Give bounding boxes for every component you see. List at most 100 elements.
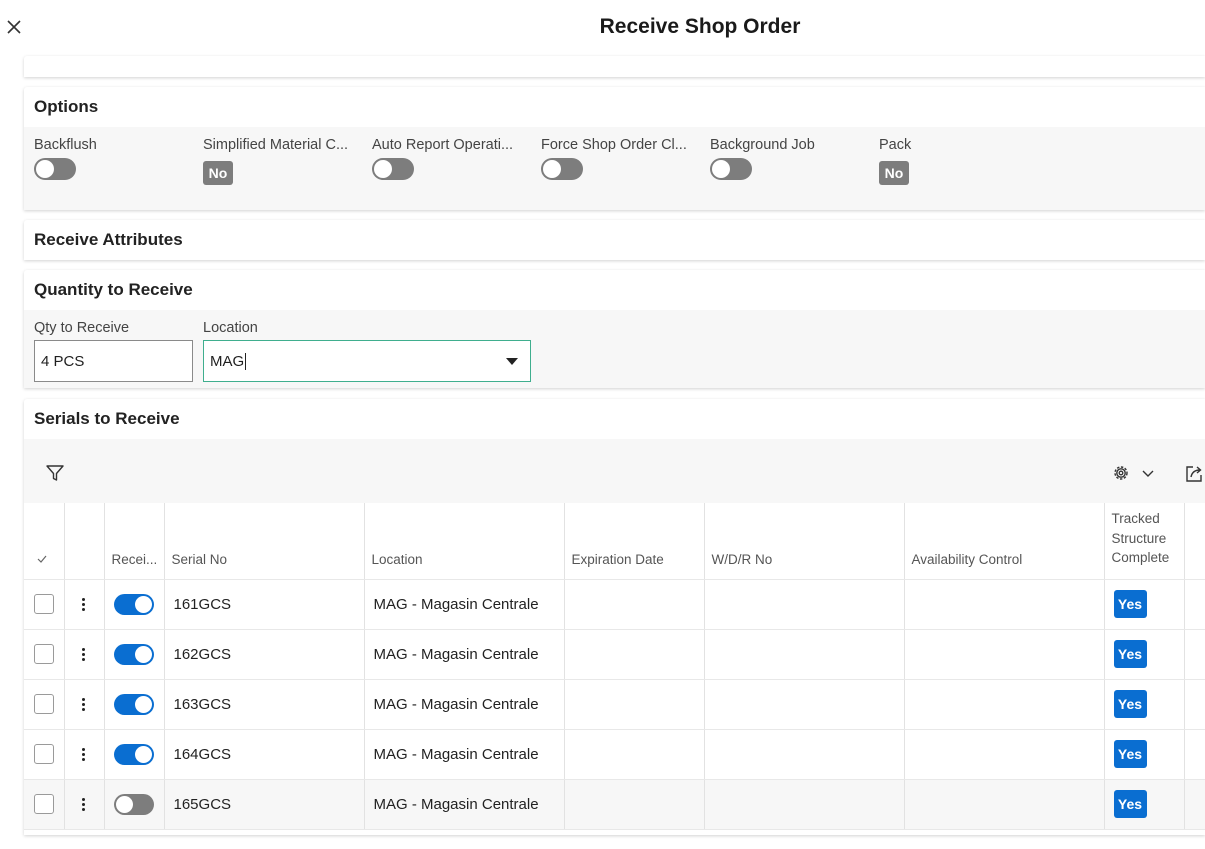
option-label: Pack — [879, 137, 912, 153]
select-all-header[interactable] — [24, 503, 65, 580]
serial-no-cell: 162GCS — [164, 629, 365, 680]
option-label: Simplified Material C... — [203, 137, 349, 153]
dropdown-arrow-icon[interactable] — [506, 358, 518, 365]
row-checkbox[interactable] — [34, 694, 54, 714]
table-row: 165GCS MAG - Magasin Centrale Yes — [24, 779, 1205, 830]
more-vertical-icon[interactable] — [82, 747, 86, 761]
table-row: 162GCS MAG - Magasin Centrale Yes — [24, 629, 1205, 680]
option-label: Background Job — [710, 137, 815, 153]
location-value: MAG — [210, 352, 245, 370]
wdr-no-cell — [704, 729, 905, 780]
wdr-no-cell — [704, 629, 905, 680]
more-vertical-icon[interactable] — [82, 647, 86, 661]
options-body: Backflush Simplified Material C... No Au… — [24, 127, 1205, 210]
expiration-date-cell — [564, 579, 705, 630]
more-vertical-icon[interactable] — [82, 697, 86, 711]
serial-no-cell: 161GCS — [164, 579, 365, 630]
option-auto-report: Auto Report Operati... — [372, 137, 513, 180]
table-header-row: Recei... Serial No Location Expiration D… — [24, 503, 1205, 580]
table-row: 161GCS MAG - Magasin Centrale Yes — [24, 579, 1205, 630]
availability-control-cell — [904, 629, 1105, 680]
column-header-location[interactable]: Location — [364, 503, 565, 580]
settings-button[interactable] — [1111, 463, 1131, 488]
expiration-date-cell — [564, 679, 705, 730]
serial-no-cell: 163GCS — [164, 679, 365, 730]
qty-input[interactable]: 4 PCS — [34, 340, 193, 382]
quantity-body: Qty to Receive 4 PCS Location MAG — [24, 310, 1205, 388]
column-header-expiration-date[interactable]: Expiration Date — [564, 503, 705, 580]
filter-icon — [46, 465, 64, 481]
wdr-no-cell — [704, 779, 905, 830]
gear-icon — [1114, 466, 1128, 480]
receive-attributes-section: Receive Attributes — [24, 220, 1205, 260]
column-header-serial-no[interactable]: Serial No — [164, 503, 365, 580]
more-vertical-icon[interactable] — [82, 597, 86, 611]
tracked-badge[interactable]: Yes — [1113, 690, 1147, 718]
check-icon — [37, 555, 47, 563]
availability-control-cell — [904, 729, 1105, 780]
background-job-toggle[interactable] — [710, 158, 752, 180]
options-header[interactable]: Options — [24, 87, 1205, 127]
tracked-badge[interactable]: Yes — [1113, 640, 1147, 668]
grid-toolbar — [24, 439, 1205, 503]
location-cell: MAG - Magasin Centrale — [364, 779, 565, 830]
expiration-date-cell — [564, 779, 705, 830]
serial-no-cell: 165GCS — [164, 779, 365, 830]
column-header-tracked-structure-complete[interactable]: Tracked Structure Complete — [1104, 503, 1185, 580]
receive-attributes-header[interactable]: Receive Attributes — [24, 220, 1205, 260]
wdr-no-cell — [704, 679, 905, 730]
option-label: Auto Report Operati... — [372, 137, 514, 153]
received-toggle[interactable] — [113, 743, 154, 765]
table-row: 163GCS MAG - Magasin Centrale Yes — [24, 679, 1205, 730]
chevron-down-icon — [1142, 470, 1154, 477]
column-header-received[interactable]: Recei... — [104, 503, 165, 580]
received-toggle[interactable] — [113, 693, 154, 715]
option-label: Backflush — [34, 137, 97, 153]
location-cell: MAG - Magasin Centrale — [364, 629, 565, 680]
more-vertical-icon[interactable] — [82, 797, 86, 811]
row-menu-header — [64, 503, 105, 580]
serial-no-cell: 164GCS — [164, 729, 365, 780]
column-header-wdr-no[interactable]: W/D/R No — [704, 503, 905, 580]
location-cell: MAG - Magasin Centrale — [364, 729, 565, 780]
option-background-job: Background Job — [710, 137, 815, 180]
serials-section: Serials to Receive Recei... Serial No Lo… — [24, 399, 1205, 835]
simplified-material-badge[interactable]: No — [203, 161, 233, 185]
settings-dropdown[interactable] — [1141, 467, 1155, 485]
row-checkbox[interactable] — [34, 794, 54, 814]
option-force-shop-order: Force Shop Order Cl... — [541, 137, 687, 180]
option-pack: Pack No — [879, 137, 911, 185]
qty-label: Qty to Receive — [34, 320, 130, 336]
availability-control-cell — [904, 679, 1105, 730]
option-simplified-material: Simplified Material C... No — [203, 137, 348, 185]
availability-control-cell — [904, 579, 1105, 630]
filter-button[interactable] — [45, 463, 65, 488]
dialog-header: Receive Shop Order — [0, 0, 1205, 56]
row-checkbox[interactable] — [34, 644, 54, 664]
received-toggle[interactable] — [113, 643, 154, 665]
quantity-header[interactable]: Quantity to Receive — [24, 270, 1205, 310]
pack-badge[interactable]: No — [879, 161, 909, 185]
serials-header[interactable]: Serials to Receive — [24, 399, 1205, 439]
received-toggle[interactable] — [113, 593, 154, 615]
row-checkbox[interactable] — [34, 744, 54, 764]
force-shop-order-toggle[interactable] — [541, 158, 583, 180]
location-select[interactable]: MAG — [203, 340, 531, 382]
table-row: 164GCS MAG - Magasin Centrale Yes — [24, 729, 1205, 780]
expiration-date-cell — [564, 629, 705, 680]
quantity-section: Quantity to Receive Qty to Receive 4 PCS… — [24, 270, 1205, 388]
auto-report-toggle[interactable] — [372, 158, 414, 180]
tracked-badge[interactable]: Yes — [1113, 790, 1147, 818]
wdr-no-cell — [704, 579, 905, 630]
options-section: Options Backflush Simplified Material C.… — [24, 87, 1205, 210]
expiration-date-cell — [564, 729, 705, 780]
column-header-availability-control[interactable]: Availability Control — [904, 503, 1105, 580]
export-button[interactable] — [1184, 464, 1204, 489]
tracked-badge[interactable]: Yes — [1113, 740, 1147, 768]
serials-table: Recei... Serial No Location Expiration D… — [24, 503, 1205, 830]
tracked-badge[interactable]: Yes — [1113, 590, 1147, 618]
backflush-toggle[interactable] — [34, 158, 76, 180]
collapsed-top-section — [24, 56, 1205, 77]
row-checkbox[interactable] — [34, 594, 54, 614]
received-toggle[interactable] — [113, 793, 154, 815]
